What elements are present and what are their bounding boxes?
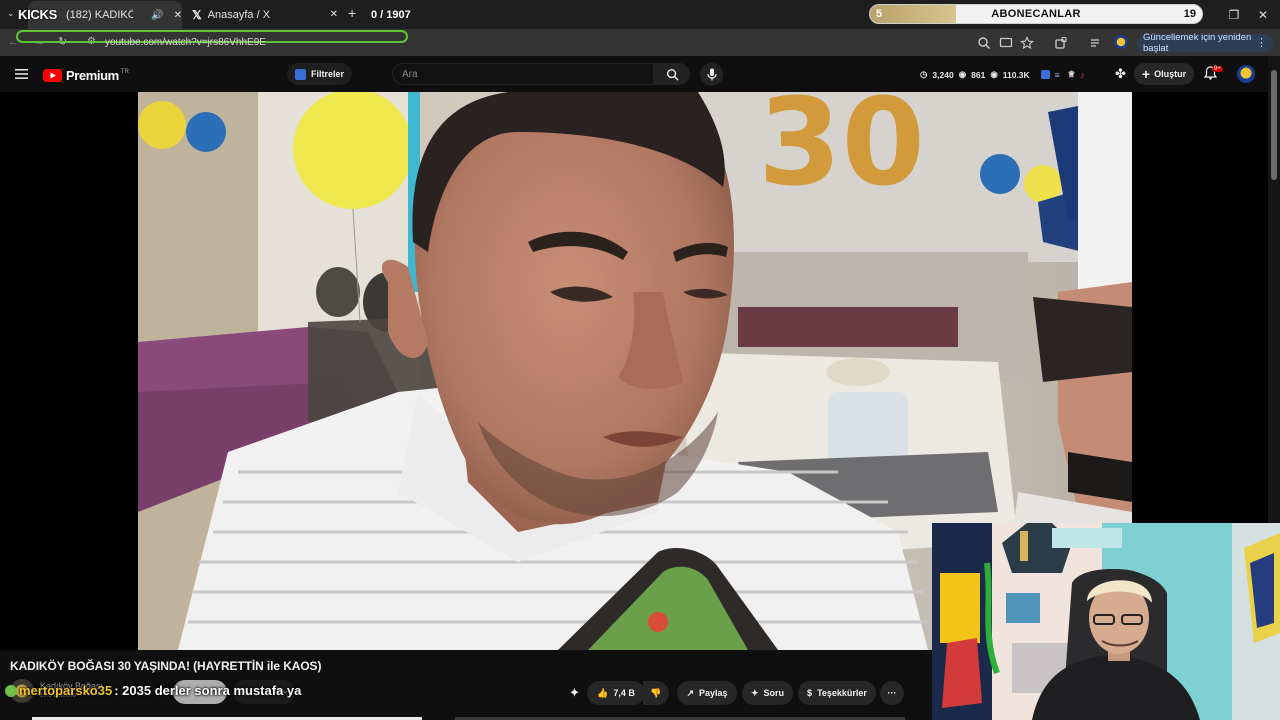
- list-icon[interactable]: ≡: [1055, 70, 1060, 80]
- kicks-overlay-label: KICKS: [18, 7, 57, 22]
- notification-count-badge: 9+: [1212, 66, 1223, 72]
- create-label: Oluştur: [1154, 69, 1187, 79]
- thumbs-up-icon: 👍: [597, 687, 609, 698]
- stat-value: 861: [971, 69, 986, 80]
- filters-button[interactable]: Filtreler: [287, 63, 353, 85]
- speaker-icon[interactable]: 🔊: [151, 10, 163, 21]
- account-avatar[interactable]: [1237, 65, 1255, 83]
- youtube-premium-logo[interactable]: Premium TR: [43, 68, 129, 83]
- close-tab-icon[interactable]: ✕: [330, 9, 338, 20]
- filters-extension-icon: [295, 68, 306, 80]
- subscriber-goal-bar: 5 ABONECANLAR 19: [869, 4, 1203, 24]
- svg-text:30: 30: [758, 92, 925, 213]
- cast-icon[interactable]: [999, 36, 1013, 50]
- super-thanks-icon: $: [807, 688, 813, 698]
- media-control-icon[interactable]: [1089, 36, 1103, 50]
- profile-avatar-icon[interactable]: [1114, 35, 1128, 49]
- share-button[interactable]: ↗ Paylaş: [677, 681, 737, 705]
- stat-value: 110.3K: [1002, 69, 1030, 80]
- chat-badge-icon: [5, 684, 17, 697]
- channel-stats-extension: ◷ 3,240 ◉ 861 ◉ 110.3K ≡ ♕ ♪: [920, 69, 1085, 80]
- video-title: KADIKÖY BOĞASI 30 YAŞINDA! (HAYRETTİN il…: [10, 659, 322, 673]
- goal-title: ABONECANLAR: [991, 8, 1081, 20]
- thanks-button[interactable]: $ Teşekkürler: [798, 681, 876, 705]
- menu-kebab-icon[interactable]: ⋮: [1256, 36, 1267, 49]
- sparkle-icon: ✦: [750, 687, 759, 698]
- award-icon[interactable]: ♕: [1068, 69, 1076, 80]
- more-actions-button[interactable]: ···: [880, 681, 904, 705]
- region-code: TR: [120, 68, 129, 75]
- ask-button[interactable]: ✦ Soru: [742, 681, 793, 705]
- eye-icon: ◉: [990, 69, 998, 79]
- plus-icon: +: [1141, 66, 1151, 82]
- scrollbar-thumb[interactable]: [1271, 70, 1277, 180]
- extensions-icon[interactable]: [1054, 36, 1068, 50]
- dislike-button[interactable]: 👎: [643, 681, 669, 705]
- voice-search-button[interactable]: [700, 63, 723, 86]
- filters-label: Filtreler: [311, 69, 345, 79]
- chat-username: mertoparsko35: [19, 683, 113, 698]
- clock-icon: ◷: [920, 69, 928, 79]
- sparkle-icon[interactable]: ✦: [569, 685, 580, 701]
- thumbs-down-icon: 👎: [650, 687, 662, 698]
- search-input[interactable]: [392, 63, 654, 85]
- update-relaunch-button[interactable]: Güncellemek için yeniden başlat ⋮: [1137, 32, 1273, 54]
- ask-label: Soru: [763, 688, 785, 698]
- zoom-icon[interactable]: [977, 36, 991, 50]
- url-field[interactable]: youtube.com/watch?v=jrs86VhhE9E: [105, 37, 266, 48]
- hamburger-menu-icon[interactable]: [15, 68, 29, 80]
- streamer-webcam: [932, 523, 1280, 720]
- microphone-icon: [706, 68, 717, 81]
- like-button[interactable]: 👍 7,4 B: [587, 681, 645, 705]
- x-logo-icon: 𝕏: [192, 7, 202, 22]
- eye-icon: ◉: [958, 69, 967, 79]
- goal-end-value: 19: [1183, 8, 1196, 20]
- chat-text: : 2035 derler sonra mustafa ya: [114, 683, 302, 698]
- close-tab-icon[interactable]: ✕: [174, 10, 182, 21]
- search-icon: [666, 68, 679, 81]
- create-button[interactable]: + Oluştur: [1134, 63, 1194, 85]
- like-count: 7,4 B: [613, 688, 635, 698]
- thanks-label: Teşekkürler: [817, 688, 867, 698]
- extension-blue-icon[interactable]: [1040, 70, 1050, 79]
- address-bar: ← → ↻ ⚙ youtube.com/watch?v=jrs86VhhE9E …: [0, 29, 1280, 56]
- tab-x[interactable]: 𝕏 Anasayfa / X ✕: [186, 0, 342, 29]
- search-button[interactable]: [654, 63, 690, 85]
- webcam-image: [932, 523, 1280, 720]
- tab-title: (182) KADIKÖY BOĞASI 30 YAŞINDA! (HAYRET…: [66, 9, 134, 21]
- quest-icon[interactable]: ✤: [1115, 66, 1126, 82]
- bookmark-star-icon[interactable]: [1020, 36, 1034, 50]
- browser-tab-bar: ⌄ (182) KADIKÖY BOĞASI 30 YAŞINDA! (HAYR…: [0, 0, 1280, 29]
- close-window-icon[interactable]: ✕: [1256, 8, 1270, 22]
- tab-list-chevron-icon[interactable]: ⌄: [7, 8, 15, 19]
- restore-window-icon[interactable]: ❐: [1227, 8, 1241, 22]
- kicks-counter: 0 / 1907: [371, 9, 411, 21]
- update-label: Güncellemek için yeniden başlat: [1143, 32, 1252, 54]
- more-dots-icon: ···: [887, 688, 897, 698]
- alert-bell-icon[interactable]: ♪: [1080, 70, 1084, 80]
- share-label: Paylaş: [699, 688, 728, 698]
- share-arrow-icon: ↗: [686, 687, 694, 698]
- stat-value: 3,240: [932, 69, 954, 80]
- premium-wordmark: Premium: [66, 68, 119, 83]
- tab-title: Anasayfa / X: [207, 8, 271, 21]
- youtube-play-logo-icon: [43, 69, 62, 82]
- stream-chat-message: mertoparsko35 : 2035 derler sonra mustaf…: [5, 683, 301, 698]
- new-tab-button[interactable]: +: [348, 5, 356, 21]
